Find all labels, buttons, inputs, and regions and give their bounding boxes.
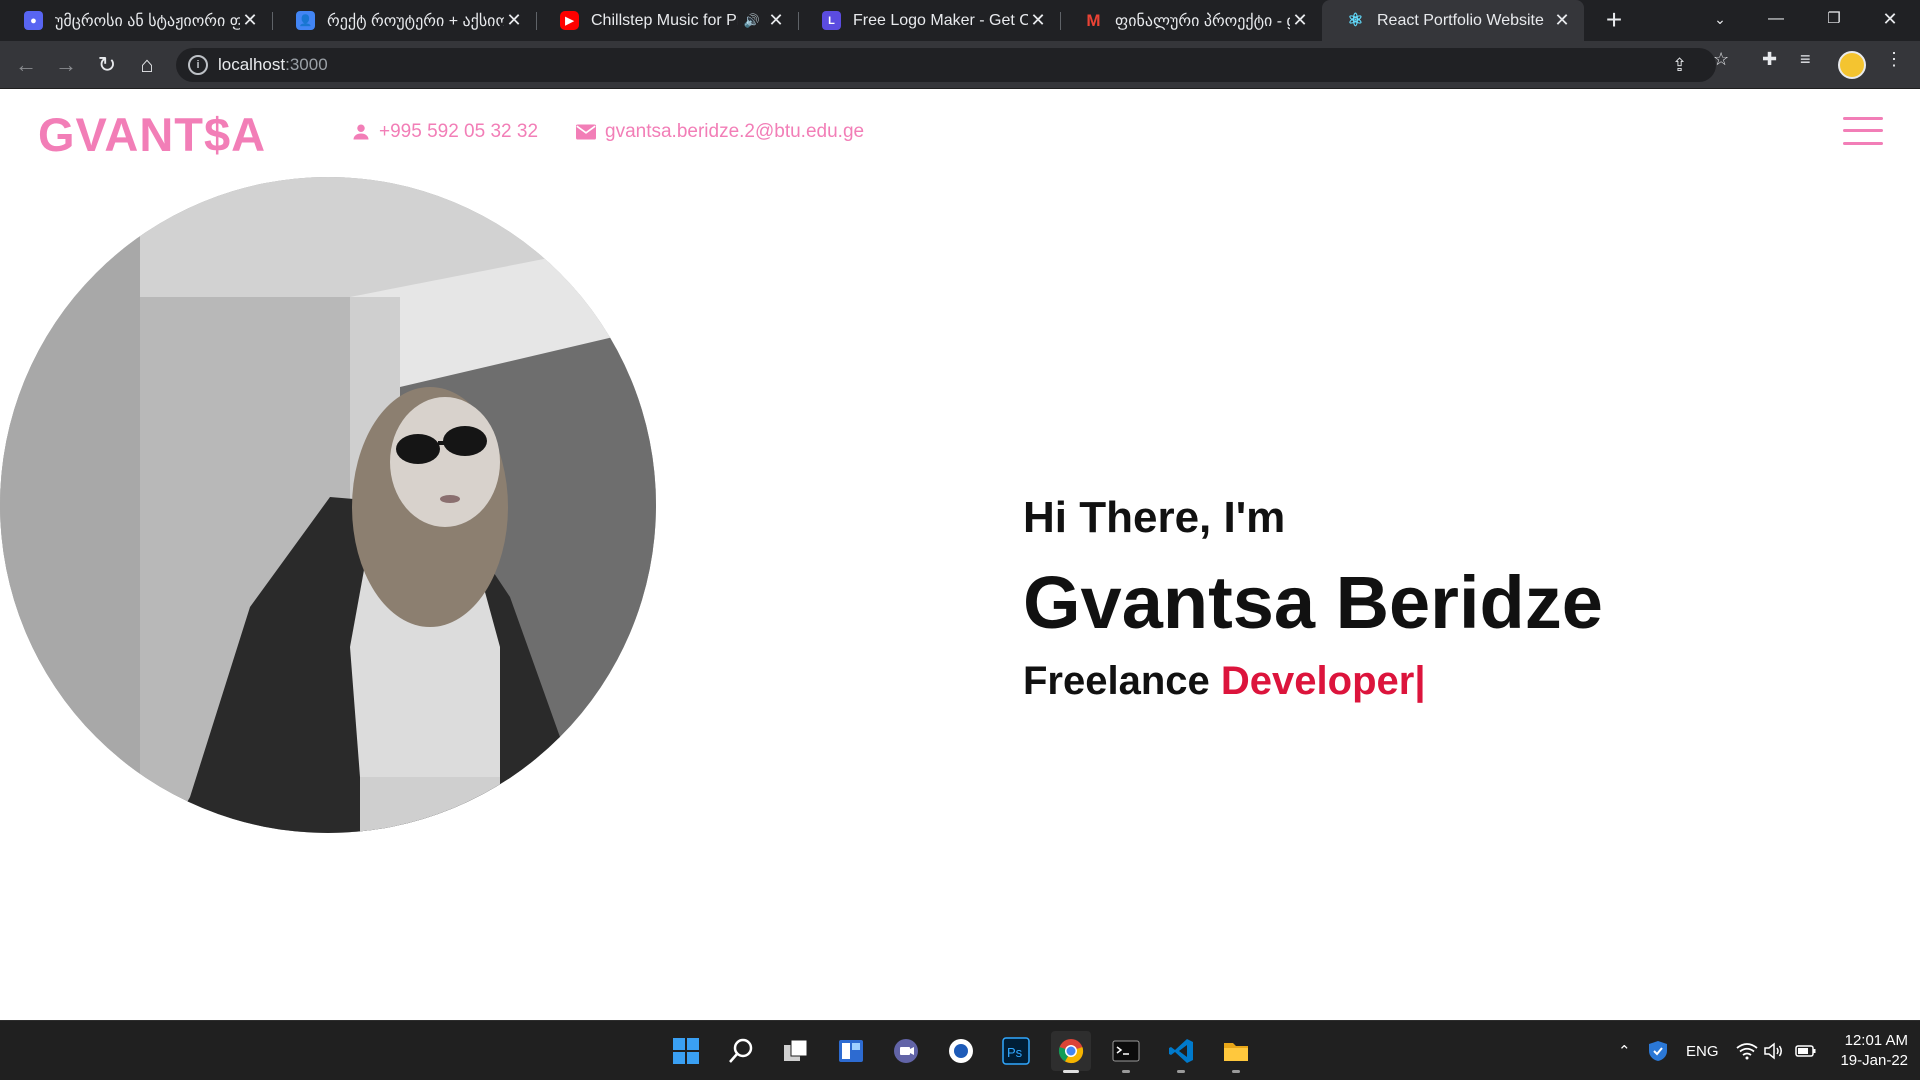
- youtube-icon: ▶: [560, 11, 579, 30]
- chrome-icon[interactable]: [1051, 1031, 1091, 1073]
- hero-name: Gvantsa Beridze: [1023, 561, 1603, 644]
- new-tab-button[interactable]: +: [1598, 4, 1630, 36]
- logo-maker-icon: L: [822, 11, 841, 30]
- volume-icon[interactable]: [1764, 1021, 1784, 1080]
- photoshop-icon[interactable]: Ps: [996, 1031, 1036, 1071]
- browser-tab-strip: ● უმცროსი ან სტაჟიორი ფ ✕ 👤 რექტ როუტერი…: [0, 0, 1920, 41]
- windows-taskbar: Ps ⌃ ENG 12:01 AM 19-Jan-22: [0, 1020, 1920, 1080]
- tab-title: React Portfolio Website: [1377, 11, 1544, 29]
- tab-6-active[interactable]: ⚛ React Portfolio Website ✕: [1322, 0, 1584, 41]
- person-icon: [353, 124, 369, 140]
- restore-button[interactable]: ❐: [1806, 0, 1862, 41]
- role-prefix: Freelance: [1023, 659, 1210, 703]
- tab-4[interactable]: L Free Logo Maker - Get Cust ✕: [798, 0, 1060, 41]
- bookmark-star-icon[interactable]: ☆: [1713, 49, 1729, 70]
- tab-search-icon[interactable]: ⌄: [1692, 0, 1748, 41]
- widgets-icon[interactable]: [831, 1031, 871, 1071]
- tab-3[interactable]: ▶ Chillstep Music for Prog 🔊 ✕: [536, 0, 798, 41]
- close-icon[interactable]: ✕: [504, 10, 524, 31]
- close-icon[interactable]: ✕: [1290, 10, 1310, 31]
- address-bar[interactable]: i localhost:3000 ⇪: [176, 48, 1716, 82]
- vscode-icon[interactable]: [1161, 1031, 1201, 1073]
- teams-chat-icon[interactable]: [886, 1031, 926, 1071]
- tab-title: უმცროსი ან სტაჟიორი ფ: [55, 12, 240, 30]
- search-icon[interactable]: [721, 1031, 761, 1071]
- site-logo[interactable]: GVANT$A: [38, 107, 266, 162]
- clock-date: 19-Jan-22: [1840, 1052, 1908, 1069]
- task-view-icon[interactable]: [776, 1031, 816, 1071]
- close-icon[interactable]: ✕: [240, 10, 260, 31]
- clock-time: 12:01 AM: [1844, 1032, 1908, 1049]
- profile-photo: [0, 177, 656, 833]
- tab-title: რექტ როუტერი + აქსიო: [327, 12, 504, 30]
- site-info-icon[interactable]: i: [188, 55, 208, 75]
- browser-toolbar: ← → ↻ ⌂ i localhost:3000 ⇪ ☆ ✚ ≡ ⋮: [0, 41, 1920, 89]
- greeting-text: Hi There, I'm: [1023, 493, 1286, 542]
- role-line: Freelance Developer|: [1023, 659, 1623, 704]
- email-contact[interactable]: gvantsa.beridze.2@btu.edu.ge: [576, 121, 864, 143]
- wifi-icon[interactable]: [1736, 1021, 1758, 1080]
- close-icon[interactable]: ✕: [1552, 10, 1572, 31]
- portfolio-page: GVANT$A +995 592 05 32 32 gvantsa.beridz…: [0, 89, 1920, 1020]
- terminal-icon[interactable]: [1106, 1031, 1146, 1073]
- url-text[interactable]: localhost:3000: [218, 55, 328, 75]
- react-icon: ⚛: [1347, 10, 1364, 30]
- tab-title: Chillstep Music for Prog: [591, 11, 738, 29]
- phone-number: +995 592 05 32 32: [379, 121, 539, 142]
- menu-kebab-icon[interactable]: ⋮: [1885, 49, 1903, 70]
- classroom-icon: 👤: [296, 11, 315, 30]
- back-arrow-icon[interactable]: ←: [10, 49, 42, 81]
- profile-avatar[interactable]: [1838, 51, 1866, 79]
- language-indicator[interactable]: ENG: [1686, 1021, 1719, 1080]
- speaker-icon[interactable]: 🔊: [744, 13, 760, 29]
- security-shield-icon[interactable]: [1648, 1021, 1668, 1080]
- share-icon[interactable]: ⇪: [1672, 55, 1687, 76]
- email-address: gvantsa.beridze.2@btu.edu.ge: [605, 121, 865, 142]
- close-icon[interactable]: ✕: [1028, 10, 1048, 31]
- tab-title: Free Logo Maker - Get Cust: [853, 11, 1028, 29]
- gmail-icon: M: [1086, 10, 1101, 30]
- extensions-icon[interactable]: ✚: [1762, 49, 1777, 70]
- tab-2[interactable]: 👤 რექტ როუტერი + აქსიო ✕: [272, 0, 536, 41]
- app-icon[interactable]: [941, 1031, 981, 1071]
- close-window-button[interactable]: ✕: [1862, 0, 1918, 41]
- battery-icon[interactable]: [1795, 1021, 1817, 1080]
- home-icon[interactable]: ⌂: [131, 49, 163, 81]
- minimize-button[interactable]: —: [1748, 0, 1804, 41]
- mail-icon: [576, 124, 596, 140]
- show-hidden-icons-chevron-icon[interactable]: ⌃: [1618, 1021, 1631, 1080]
- app-icon: ●: [24, 11, 43, 30]
- hamburger-menu-icon[interactable]: [1843, 115, 1883, 147]
- system-clock[interactable]: 12:01 AM 19-Jan-22: [1828, 1031, 1908, 1071]
- tab-5[interactable]: M ფინალური პროექტი - g ✕: [1060, 0, 1322, 41]
- svg-text:Ps: Ps: [1007, 1045, 1023, 1060]
- reload-icon[interactable]: ↻: [91, 49, 123, 81]
- close-icon[interactable]: ✕: [766, 10, 786, 31]
- file-explorer-icon[interactable]: [1216, 1031, 1256, 1073]
- forward-arrow-icon[interactable]: →: [50, 49, 82, 81]
- windows-start-icon[interactable]: [666, 1031, 706, 1071]
- media-control-icon[interactable]: ≡: [1800, 49, 1811, 70]
- tab-1[interactable]: ● უმცროსი ან სტაჟიორი ფ ✕: [0, 0, 272, 41]
- phone-contact[interactable]: +995 592 05 32 32: [352, 121, 538, 143]
- tab-title: ფინალური პროექტი - g: [1115, 12, 1290, 30]
- role-highlight: Developer|: [1220, 659, 1426, 703]
